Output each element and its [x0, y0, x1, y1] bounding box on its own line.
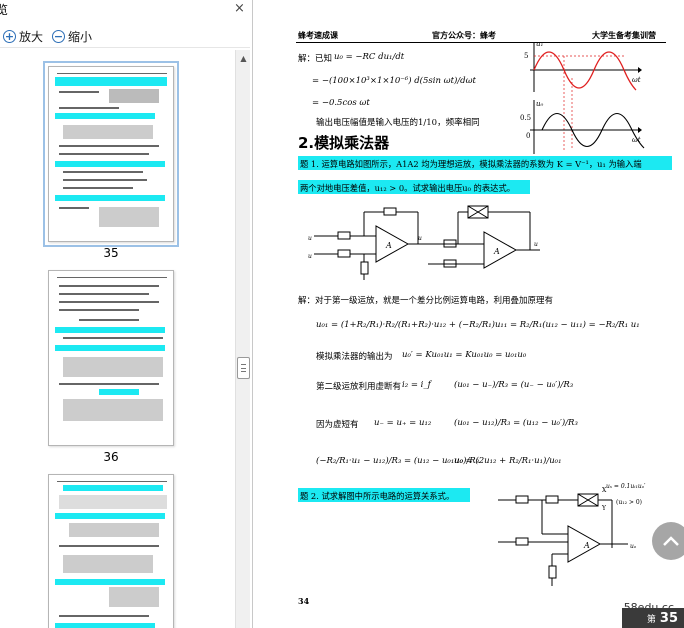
thumbnail-page-number: 35 [103, 246, 119, 260]
zoom-out-icon: − [52, 29, 65, 43]
graph-xlabel-top: ωt [632, 76, 641, 84]
zoom-toolbar: + 放大 − 缩小 [0, 24, 250, 48]
svg-text:u: u [418, 235, 422, 242]
sol2-eq4-label: 因为虚短有 [316, 420, 359, 430]
header-mid: 官方公众号：蜂考 [432, 30, 496, 40]
sol2-eq4a: u₋ = u₊ = u₁₂ [374, 418, 432, 428]
section-title: 2.模拟乘法器 [298, 134, 390, 152]
sol1-prefix: 解：已知 [298, 54, 333, 64]
q2-ux-label: uₓ = 0.1uᵢ₁uₒ′ [606, 483, 646, 490]
panel-header: 览 × [0, 0, 253, 22]
q1-line1: 题 1. 运算电路如图所示，A1A2 均为理想运放，模拟乘法器的系数为 K = … [300, 159, 642, 169]
thumbnail-scrollbar[interactable]: ▲ [235, 50, 250, 628]
sol1-eq2: = −(100×10³×1×10⁻⁶) d(5sin ωt)/dωt [312, 76, 476, 86]
graph-ylabel-bottom: u₀ [536, 100, 544, 108]
scroll-up-icon[interactable]: ▲ [236, 52, 251, 66]
page-thumbnail-36[interactable] [48, 270, 174, 446]
app-window: 览 × + 放大 − 缩小 35 36 ▲ 蜂考速成课 官方公众号：蜂考 大学生… [0, 0, 684, 628]
circuit-diagram-1: A A u u u u [308, 205, 540, 280]
scroll-to-top-button[interactable] [652, 522, 684, 560]
graph-val-bottom: 0.5 [520, 114, 531, 122]
waveform-graph: u₁ 5 ωt u₀ 0.5 0 ωt [520, 40, 645, 154]
page-number: 34 [298, 596, 310, 606]
page-badge-prefix: 第 [646, 614, 656, 625]
close-icon[interactable]: × [234, 1, 245, 16]
chevron-up-icon [663, 536, 679, 546]
sol1-eq1: u₀ = −RC du₁/dt [334, 52, 405, 62]
q2-uo: uₒ [630, 543, 637, 550]
scrollbar-thumb[interactable] [237, 357, 250, 379]
document-page: 蜂考速成课 官方公众号：蜂考 大学生备考集训营 解：已知 u₀ = −RC du… [254, 0, 684, 628]
page-badge-number: 35 [659, 610, 678, 626]
sol2-eq3-label: 第二级运放利用虚断有 [316, 382, 402, 392]
header-left: 蜂考速成课 [298, 30, 338, 40]
svg-text:u: u [308, 253, 312, 260]
sol2-eq2-label: 模拟乘法器的输出为 [316, 352, 393, 362]
sol2-eq1: u₀₁ = (1+R₂/R₁)·R₂/(R₁+R₂)·u₁₂ + (−R₂/R₁… [316, 320, 640, 330]
q2-text: 题 2. 试求解图中所示电路的运算关系式。 [300, 491, 455, 501]
graph-zero: 0 [526, 132, 530, 140]
svg-text:u: u [534, 241, 538, 248]
sol2-intro: 解：对于第一级运放，就是一个差分比例运算电路，利用叠加原理有 [298, 296, 554, 306]
graph-ylabel-top: u₁ [536, 40, 544, 48]
thumbnail-list: 35 36 [0, 50, 234, 628]
graph-val-top: 5 [524, 52, 528, 60]
svg-text:A: A [583, 541, 590, 550]
page-badge: 第 35 [622, 608, 684, 628]
q2-y: Y [601, 505, 607, 512]
q1-line2: 两个对地电压差值，u₁₂ > 0。试求输出电压u₀ 的表达式。 [300, 183, 516, 193]
zoom-in-icon: + [3, 29, 16, 43]
sol2-eq3b: (u₀₁ − u₋)/R₃ = (u₋ − u₀′)/R₃ [454, 380, 574, 390]
graph-xlabel-bottom: ωt [632, 136, 641, 144]
sol2-eq4b: (u₀₁ − u₁₂)/R₃ = (u₁₂ − u₀′)/R₃ [454, 418, 578, 428]
page-thumbnail-35[interactable] [43, 61, 179, 247]
thumbnail-page-number: 36 [103, 450, 119, 464]
thumbnail-panel: 览 × + 放大 − 缩小 35 36 ▲ [0, 0, 253, 628]
page-thumbnail-37[interactable] [48, 474, 174, 628]
zoom-in-button[interactable]: + 放大 [3, 27, 43, 45]
svg-text:A: A [385, 241, 392, 250]
svg-text:u: u [308, 235, 312, 242]
sol2-eq3a: i₂ = i_f [402, 380, 431, 390]
sol2-eq5b: u₀ = (2u₁₂ + R₂/R₁·u₁)/u₀₁ [454, 456, 562, 466]
panel-title: 览 [0, 3, 9, 17]
svg-text:A: A [493, 247, 500, 256]
zoom-out-button[interactable]: − 缩小 [52, 27, 92, 45]
zoom-in-label: 放大 [19, 29, 44, 44]
sol1-eq3: = −0.5cos ωt [312, 98, 370, 108]
circuit-diagram-2: A uₓ = 0.1uᵢ₁uₒ′ (u₁₂ > 0) Y X uₒ [498, 483, 646, 586]
sol2-eq2: u₀′ = Ku₀₁u₁ = Ku₀₁u₀ = u₀₁u₀ [402, 350, 527, 360]
sol1-note: 输出电压幅值是输入电压的1/10，频率相同 [316, 118, 480, 128]
q2-cond: (u₁₂ > 0) [616, 499, 642, 506]
q2-x: X [602, 487, 607, 494]
zoom-out-label: 缩小 [68, 29, 93, 44]
